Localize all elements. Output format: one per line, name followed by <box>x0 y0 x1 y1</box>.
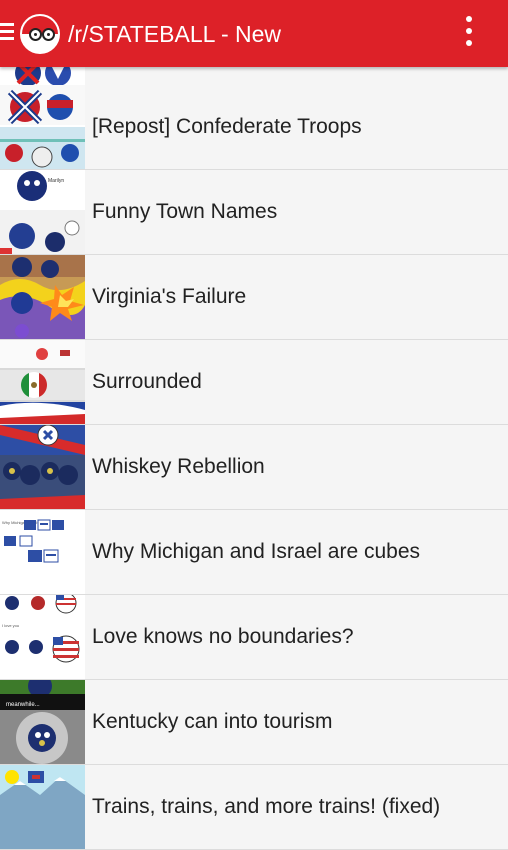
hamburger-menu-icon[interactable] <box>0 23 16 45</box>
list-item[interactable]: Why Michigan and Israel Why Michigan and… <box>0 510 508 595</box>
list-item[interactable]: Trains, trains, and more trains! (fixed) <box>0 765 508 850</box>
post-title[interactable]: Kentucky can into tourism <box>92 680 332 764</box>
post-title[interactable]: Trains, trains, and more trains! (fixed) <box>92 765 440 849</box>
more-vertical-icon[interactable] <box>460 16 478 50</box>
post-thumbnail[interactable]: Why Michigan and Israel <box>0 510 85 594</box>
post-thumbnail[interactable] <box>0 425 85 509</box>
svg-text:I love you: I love you <box>2 623 19 628</box>
post-thumbnail[interactable] <box>0 85 85 169</box>
post-thumbnail[interactable]: Marilyn <box>0 170 85 254</box>
post-thumbnail[interactable] <box>0 340 85 424</box>
list-item[interactable]: Marilyn Funny Town Names <box>0 170 508 255</box>
svg-text:meanwhile...: meanwhile... <box>6 702 40 708</box>
post-thumbnail[interactable] <box>0 255 85 339</box>
list-item[interactable]: meanwhile... Kentucky can into tourism <box>0 680 508 765</box>
list-item[interactable]: Whiskey Rebellion <box>0 425 508 510</box>
post-title[interactable]: [Repost] Confederate Troops <box>92 85 362 169</box>
app-title: /r/STATEBALL - New <box>68 21 282 47</box>
polandball-logo-icon[interactable] <box>20 14 60 54</box>
post-title[interactable]: Whiskey Rebellion <box>92 425 265 509</box>
list-item[interactable]: [Repost] Confederate Troops <box>0 85 508 170</box>
app-bar: /r/STATEBALL - New <box>0 0 508 67</box>
post-thumbnail[interactable]: meanwhile... <box>0 680 85 764</box>
list-item[interactable]: Surrounded <box>0 340 508 425</box>
post-thumbnail[interactable] <box>0 765 85 849</box>
svg-text:Marilyn: Marilyn <box>48 178 64 184</box>
post-thumbnail[interactable]: I love you <box>0 595 85 679</box>
post-title[interactable]: Surrounded <box>92 340 202 424</box>
previous-post-thumbnail[interactable] <box>0 67 85 85</box>
post-title[interactable]: Virginia's Failure <box>92 255 246 339</box>
list-item[interactable]: Virginia's Failure <box>0 255 508 340</box>
list-item[interactable]: I love you Love knows no boundaries? <box>0 595 508 680</box>
post-title[interactable]: Love knows no boundaries? <box>92 595 354 679</box>
post-title[interactable]: Funny Town Names <box>92 170 277 254</box>
post-title[interactable]: Why Michigan and Israel are cubes <box>92 510 420 594</box>
